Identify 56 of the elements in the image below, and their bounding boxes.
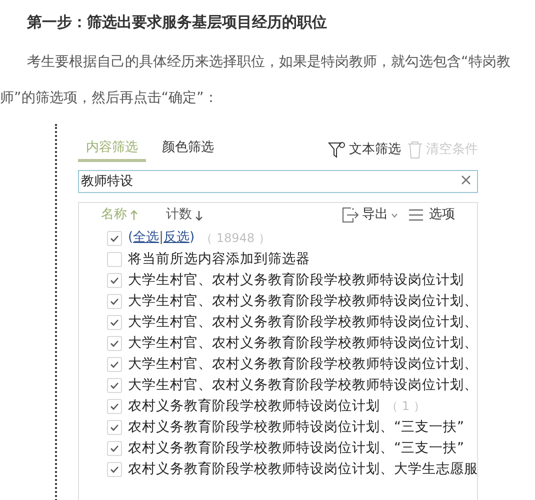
item-label: 将当前所选内容添加到筛选器: [128, 250, 310, 269]
menu-icon: [408, 209, 424, 221]
checkbox[interactable]: [107, 420, 122, 434]
item-label: 大学生村官、农村义务教育阶段学校教师特设岗位计划、: [128, 312, 477, 332]
checkbox[interactable]: [107, 252, 122, 266]
checkbox[interactable]: [107, 272, 122, 288]
check-icon: [110, 444, 119, 452]
item-label: 大学生村官、农村义务教育阶段学校教师特设岗位计划、: [128, 334, 477, 353]
export-button[interactable]: 导出: [341, 205, 398, 225]
check-icon: [110, 234, 119, 242]
check-icon: [110, 298, 119, 304]
check-icon: [110, 466, 119, 472]
filter-tab[interactable]: 颜色筛选: [154, 138, 222, 162]
text-filter-button[interactable]: 文本筛选: [328, 138, 401, 162]
check-icon: [110, 382, 119, 388]
item-count: （ 1 ）: [386, 398, 426, 415]
separator: |: [159, 229, 164, 248]
search-field[interactable]: 教师特设: [78, 170, 478, 192]
check-icon: [110, 402, 119, 410]
checkbox[interactable]: [107, 230, 122, 246]
caret-icon: [391, 212, 398, 218]
checkbox[interactable]: [107, 378, 122, 392]
step-heading: 第一步：筛选出要求服务基层项目经历的职位: [27, 12, 328, 33]
check-icon: [110, 424, 119, 430]
item-label: 大学生村官、农村义务教育阶段学校教师特设岗位计划、: [128, 292, 477, 311]
clear-icon[interactable]: [460, 174, 472, 186]
invert-selection-link[interactable]: 反选: [163, 228, 190, 248]
select-all-link[interactable]: 全选: [133, 228, 160, 248]
instruction-paragraph: 考生要根据自己的具体经历来选择职位，如果是特岗教师，就勾选包含“特岗教师”的筛选项，然后再点击“确定”：: [0, 53, 512, 108]
item-label: 农村义务教育阶段学校教师特设岗位计划: [128, 396, 380, 416]
item-label: 农村义务教育阶段学校教师特设岗位计划、“三支一扶”: [128, 418, 464, 437]
options-button[interactable]: 选项: [408, 205, 455, 225]
item-label: 农村义务教育阶段学校教师特设岗位计划、“三支一扶”: [128, 438, 464, 458]
check-icon: [110, 276, 119, 284]
paren: (: [128, 229, 134, 248]
checkbox[interactable]: [107, 356, 122, 372]
checkbox[interactable]: [107, 314, 122, 330]
export-icon: [341, 207, 359, 223]
paren: ): [189, 229, 195, 248]
checkbox[interactable]: [107, 440, 122, 456]
filter-icon: [328, 141, 346, 159]
arrow-up-icon: [130, 210, 138, 220]
checkbox[interactable]: [107, 294, 122, 308]
item-label: 大学生村官、农村义务教育阶段学校教师特设岗位计划、: [128, 376, 477, 395]
trash-icon: [407, 141, 423, 159]
item-label: 大学生村官、农村义务教育阶段学校教师特设岗位计划: [128, 270, 464, 290]
checkbox[interactable]: [107, 336, 122, 350]
check-icon: [110, 360, 119, 368]
arrow-down-icon: [195, 210, 203, 220]
checkbox[interactable]: [107, 398, 122, 414]
checkbox[interactable]: [107, 462, 122, 476]
item-label: 大学生村官、农村义务教育阶段学校教师特设岗位计划、: [128, 354, 477, 374]
item-count: （ 18948 ）: [200, 230, 270, 247]
check-icon: [110, 318, 119, 326]
sort-count-button[interactable]: 计数: [166, 205, 203, 225]
check-icon: [110, 340, 119, 346]
